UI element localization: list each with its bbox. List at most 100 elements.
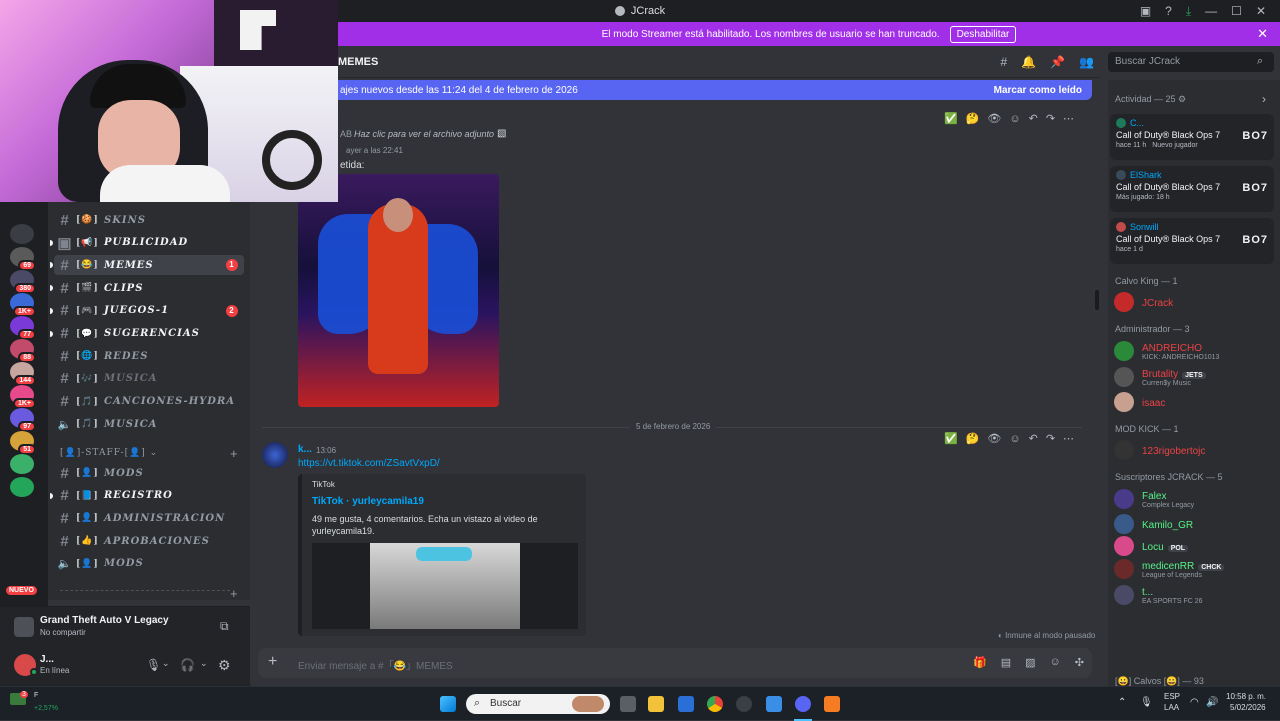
inbox-icon[interactable]: ▣ [1140,4,1151,18]
member-item[interactable]: Falex Complex Legacy [1114,488,1194,509]
download-icon[interactable]: ⤓ [1186,4,1191,19]
emoji-icon[interactable]: ☺ [1050,656,1061,669]
microphone-icon[interactable]: 🎙 [1140,697,1153,708]
clock-time[interactable]: 10:58 p. m. [1226,692,1266,701]
pin-icon[interactable]: 📌 [1050,55,1065,69]
more-icon[interactable]: ⋯ [1063,432,1074,445]
attachment-link[interactable]: Haz clic para ver el archivo adjunto [354,129,494,139]
apps-icon[interactable]: ✣ [1075,656,1084,669]
server-icon[interactable]: 69 [10,247,36,271]
add-category-icon[interactable]: + [230,586,238,601]
app-icon[interactable] [736,696,752,712]
add-channel-icon[interactable]: + [230,446,238,461]
server-icon[interactable] [10,224,34,244]
activity-card[interactable]: Sonwill Call of Duty® Black Ops 7 hace 1 d… [1110,218,1274,264]
clock-date[interactable]: 5/02/2026 [1230,703,1266,712]
channel-redes[interactable]: # [🌐] REDES [54,346,244,366]
task-view-icon[interactable] [620,696,636,712]
gift-icon[interactable]: 🎁 [973,656,987,669]
add-reaction-icon[interactable]: ☺ [1009,113,1020,125]
member-item[interactable]: ANDREICHO KICK: ANDREICHO1013 [1114,340,1219,361]
member-item[interactable]: t... EA SPORTS FC 26 [1114,584,1203,605]
gear-icon[interactable]: ⚙ [218,657,231,674]
member-item[interactable]: Locu POL [1114,536,1189,556]
close-window-button[interactable]: ✕ [1256,4,1266,18]
server-icon[interactable]: 77 [10,316,36,340]
member-item[interactable]: medicenRR CHCK League of Legends [1114,558,1225,579]
more-icon[interactable]: ⋯ [1063,112,1074,125]
server-icon[interactable]: 88 [10,339,36,363]
microphone-icon[interactable]: 🎙 [146,658,161,672]
thinking-reaction-icon[interactable]: 🤔 [966,112,980,125]
channel-musica[interactable]: 🔈 [🎵] MUSICA [54,414,244,434]
channel-skins[interactable]: # [🍪] SKINS [54,210,244,230]
member-item[interactable]: isaac [1114,392,1165,412]
chevron-right-icon[interactable]: › [1262,92,1266,106]
gif-attachment[interactable] [298,174,499,407]
scrollbar-thumb[interactable] [1095,290,1099,310]
channel-registro[interactable]: # [📘] REGISTRO [50,486,244,506]
add-reaction-icon[interactable]: ☺ [1009,433,1020,445]
mark-read-button[interactable]: Marcar como leído [994,85,1082,96]
language-code[interactable]: ESP [1164,692,1180,701]
activity-panel[interactable]: Grand Theft Auto V Legacy No compartir ⧉ [0,606,250,646]
reply-icon[interactable]: ↶ [1029,112,1038,125]
server-icon[interactable]: 1K+ [10,293,36,317]
avatar[interactable] [262,442,288,468]
chrome-icon[interactable] [707,696,723,712]
deafen-options-icon[interactable]: ⌄ [200,658,208,669]
sticker-icon[interactable]: ▨ [1025,656,1035,669]
members-icon[interactable]: 👥 [1079,55,1094,69]
checkmark-reaction-icon[interactable]: ✅ [944,432,958,445]
close-banner-icon[interactable]: ✕ [1257,26,1268,42]
eye-icon[interactable]: 👁 [987,112,1001,125]
outlook-icon[interactable] [678,696,694,712]
help-icon[interactable]: ? [1165,4,1172,18]
channel-canciones-hydra[interactable]: # [🎵] CANCIONES-HYDRA [54,392,244,412]
server-icon[interactable] [10,477,34,497]
file-explorer-icon[interactable] [648,696,664,712]
photos-icon[interactable] [766,696,782,712]
reply-icon[interactable]: ↶ [1029,432,1038,445]
taskbar-search[interactable]: ⌕ Buscar [466,694,610,714]
channel-mods[interactable]: # [👤] MODS [54,463,244,483]
member-item[interactable]: Brutality JETS Curren$y Music [1114,366,1206,387]
server-icon[interactable] [10,454,34,474]
server-icon[interactable]: 380 [10,270,36,294]
message-author[interactable]: k... [298,444,312,455]
gif-icon[interactable]: ▤ [1001,656,1011,669]
server-icon[interactable]: 51 [10,431,36,455]
wifi-icon[interactable]: ◠ [1190,697,1199,708]
server-icon[interactable]: 144 [10,362,36,386]
search-input[interactable]: Buscar JCrack [1108,52,1274,72]
message-input[interactable]: Enviar mensaje a #「😂」MEMES [298,657,453,672]
forward-icon[interactable]: ↷ [1046,432,1055,445]
channel-juegos-1[interactable]: # [🎮] JUEGOS-1 2 [50,301,244,321]
language-layout[interactable]: LAA [1164,703,1179,712]
channel-administracion[interactable]: # [👤] ADMINISTRACION [54,508,244,528]
minimize-button[interactable]: — [1205,4,1217,18]
upload-icon[interactable]: + [268,653,277,671]
member-item[interactable]: JCrack [1114,292,1173,312]
thinking-reaction-icon[interactable]: 🤔 [966,432,980,445]
embed-title[interactable]: TikTok · yurleycamila19 [312,496,576,507]
forward-icon[interactable]: ↷ [1046,112,1055,125]
maximize-button[interactable]: ☐ [1231,4,1242,18]
disable-streamer-button[interactable]: Deshabilitar [949,25,1017,43]
activity-card[interactable]: ElShark Call of Duty® Black Ops 7 Más juga… [1110,166,1274,212]
member-item[interactable]: 123rigobertojc [1114,440,1205,460]
message-composer[interactable]: + Enviar mensaje a #「😂」MEMES 🎁 ▤ ▨ ☺ ✣ [258,648,1092,678]
staff-category[interactable]: [👤]-STAFF-[👤] ⌄ [60,448,158,458]
new-messages-bar[interactable]: ajes nuevos desde las 11:24 del 4 de feb… [338,80,1092,100]
channel-sugerencias[interactable]: # [💬] SUGERENCIAS [50,324,244,344]
headphones-icon[interactable]: 🎧 [180,658,195,672]
volume-icon[interactable]: 🔊 [1206,697,1218,708]
embed-thumbnail[interactable] [312,543,578,629]
tiktok-link[interactable]: https://vt.tiktok.com/ZSavtVxpD/ [298,458,440,469]
channel-publicidad[interactable]: ▣ [📢] PUBLICIDAD [50,233,244,253]
app-icon[interactable] [824,696,840,712]
channel-clips[interactable]: # [🎬] CLIPS [50,278,244,298]
discord-icon[interactable] [795,696,811,712]
windows-start-icon[interactable] [440,696,456,712]
bell-icon[interactable]: 🔔 [1021,55,1036,69]
